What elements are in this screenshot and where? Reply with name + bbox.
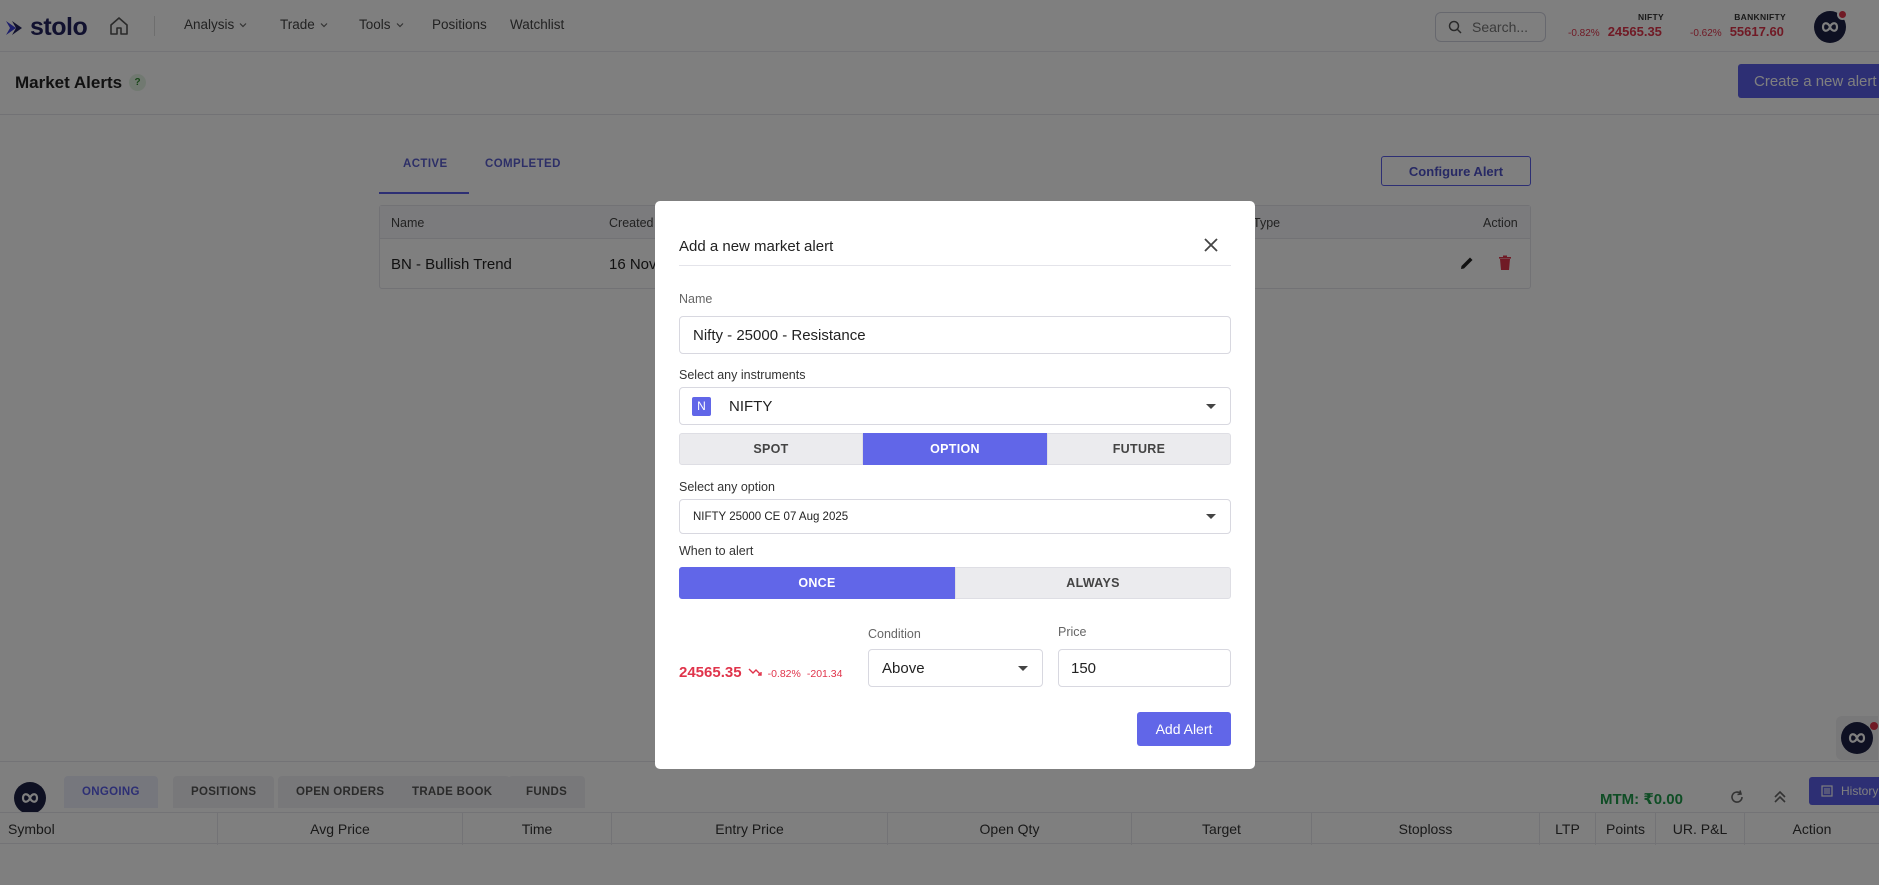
alert-name-input[interactable]: Nifty - 25000 - Resistance [679, 316, 1231, 354]
modal-title: Add a new market alert [679, 238, 834, 255]
condition-value: Above [882, 659, 925, 677]
segment-option[interactable]: OPTION [863, 433, 1047, 465]
price-input[interactable]: 150 [1058, 649, 1231, 687]
spot-change-pct: -0.82% [767, 668, 801, 680]
option-label: Select any option [679, 480, 775, 494]
price-value: 150 [1071, 659, 1097, 677]
spot-price: 24565.35 [679, 664, 742, 681]
instrument-badge: N [692, 396, 711, 416]
modal-divider [679, 265, 1231, 266]
name-label: Name [679, 292, 713, 306]
close-icon[interactable] [1201, 235, 1221, 255]
trend-down-icon [748, 668, 762, 676]
caret-down-icon [1018, 666, 1028, 671]
frequency-toggle: ONCE ALWAYS [679, 567, 1231, 599]
frequency-always[interactable]: ALWAYS [955, 567, 1231, 599]
price-label: Price [1058, 625, 1087, 639]
spot-change: -201.34 [806, 668, 843, 680]
caret-down-icon [1206, 404, 1216, 409]
caret-down-icon [1206, 514, 1216, 519]
instrument-label: Select any instruments [679, 368, 806, 382]
when-label: When to alert [679, 544, 754, 558]
condition-select[interactable]: Above [868, 649, 1043, 687]
instrument-select[interactable]: N NIFTY [679, 387, 1231, 425]
add-alert-button[interactable]: Add Alert [1137, 712, 1231, 746]
option-value: NIFTY 25000 CE 07 Aug 2025 [693, 510, 849, 523]
frequency-once[interactable]: ONCE [679, 567, 955, 599]
alert-name-value: Nifty - 25000 - Resistance [693, 326, 866, 344]
spot-price-readout: 24565.35 -0.82% -201.34 [679, 664, 842, 681]
segment-toggle: SPOT OPTION FUTURE [679, 433, 1231, 465]
add-alert-modal: Add a new market alert Name Nifty - 2500… [655, 201, 1255, 769]
instrument-value: NIFTY [729, 397, 773, 415]
condition-label: Condition [868, 627, 921, 641]
option-select[interactable]: NIFTY 25000 CE 07 Aug 2025 [679, 499, 1231, 534]
segment-spot[interactable]: SPOT [679, 433, 863, 465]
segment-future[interactable]: FUTURE [1047, 433, 1231, 465]
